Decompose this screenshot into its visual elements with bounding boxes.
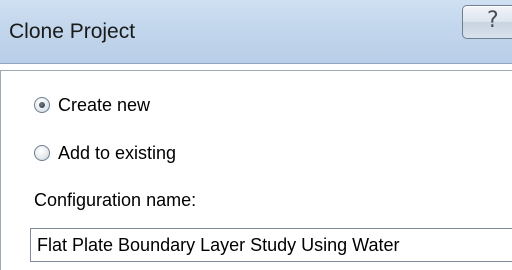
configuration-name-label: Configuration name: (34, 190, 197, 210)
add-to-existing-radio[interactable] (34, 145, 50, 161)
create-new-option[interactable]: Create new (34, 94, 150, 116)
configuration-name-field[interactable] (30, 228, 512, 262)
create-new-radio[interactable] (34, 97, 50, 113)
dialog-title: Clone Project (9, 20, 136, 43)
create-new-label: Create new (58, 94, 151, 115)
help-button[interactable]: ? (462, 5, 512, 39)
add-to-existing-label: Add to existing (58, 142, 177, 163)
help-icon: ? (487, 8, 499, 33)
title-bar: Clone Project ? (0, 0, 512, 64)
dialog-content: Create new Add to existing Configuration… (0, 64, 512, 270)
add-to-existing-option[interactable]: Add to existing (34, 142, 176, 164)
configuration-name-input[interactable] (31, 229, 512, 261)
